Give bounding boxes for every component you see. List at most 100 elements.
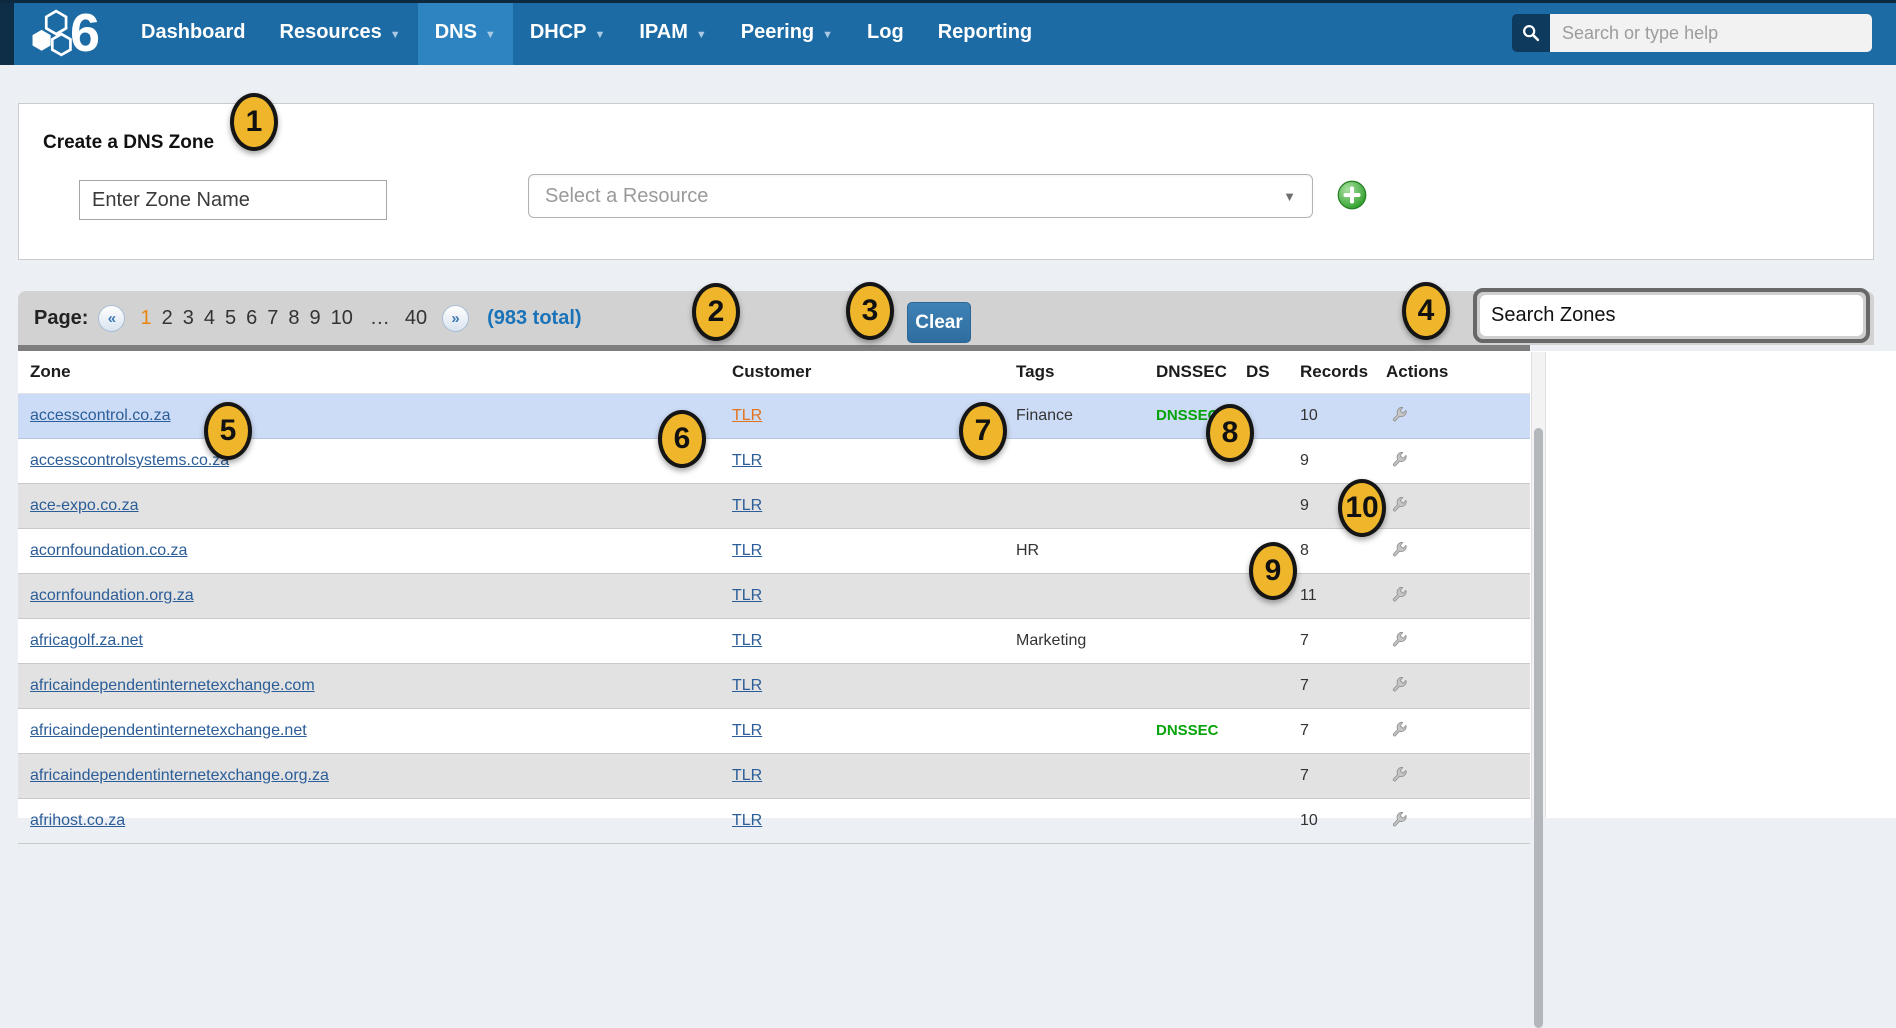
zone-link[interactable]: afrihost.co.za	[30, 812, 125, 829]
global-search-input[interactable]	[1550, 14, 1872, 52]
page-number-5[interactable]: 5	[225, 307, 236, 330]
first-page-button[interactable]: «	[98, 305, 125, 332]
customer-link[interactable]: TLR	[732, 587, 762, 604]
chevron-down-icon: ▼	[822, 25, 833, 41]
page-number-40[interactable]: 40	[405, 307, 427, 330]
nav-item-log[interactable]: Log	[850, 0, 921, 65]
table-scrollbar[interactable]	[1531, 352, 1546, 818]
nav-item-resources[interactable]: Resources▼	[263, 0, 418, 65]
nav-item-reporting[interactable]: Reporting	[921, 0, 1049, 65]
scrollbar-thumb[interactable]	[1534, 428, 1543, 1028]
resource-select[interactable]: Select a Resource ▼	[528, 174, 1313, 218]
page-number-4[interactable]: 4	[204, 307, 215, 330]
ds-cell	[1242, 708, 1296, 753]
annotation-badge-10: 10	[1338, 479, 1386, 537]
create-dns-zone-panel: Create a DNS Zone Select a Resource ▼	[18, 103, 1874, 260]
page-number-6[interactable]: 6	[246, 307, 257, 330]
customer-link[interactable]: TLR	[732, 722, 762, 739]
nav-item-ipam[interactable]: IPAM▼	[622, 0, 723, 65]
zone-name-input[interactable]	[79, 180, 387, 220]
customer-link[interactable]: TLR	[732, 677, 762, 694]
top-navbar: 6 Dashboard Resources▼ DNS▼ DHCP▼ IPAM▼ …	[0, 0, 1896, 65]
nav-item-dashboard[interactable]: Dashboard	[124, 0, 262, 65]
column-header-actions: Actions	[1378, 351, 1530, 393]
wrench-icon[interactable]	[1386, 629, 1410, 653]
zone-link[interactable]: africagolf.za.net	[30, 632, 143, 649]
dnssec-status	[1152, 483, 1242, 528]
tags-cell	[1008, 663, 1152, 708]
page-number-10[interactable]: 10	[331, 307, 353, 330]
customer-link[interactable]: TLR	[732, 497, 762, 514]
table-row: ace-expo.co.za TLR 9	[18, 483, 1530, 528]
page-label: Page:	[34, 307, 88, 330]
page-number-3[interactable]: 3	[183, 307, 194, 330]
wrench-icon[interactable]	[1386, 719, 1410, 743]
wrench-icon[interactable]	[1386, 539, 1410, 563]
customer-link[interactable]: TLR	[732, 767, 762, 784]
add-zone-button[interactable]	[1337, 180, 1367, 210]
page-number-2[interactable]: 2	[162, 307, 173, 330]
customer-link[interactable]: TLR	[732, 407, 762, 424]
customer-link[interactable]: TLR	[732, 632, 762, 649]
search-zones-input[interactable]	[1480, 295, 1863, 336]
customer-link[interactable]: TLR	[732, 812, 762, 829]
annotation-badge-8: 8	[1206, 404, 1254, 462]
tags-cell	[1008, 483, 1152, 528]
wrench-icon[interactable]	[1386, 494, 1410, 518]
tags-cell: Marketing	[1008, 618, 1152, 663]
customer-link[interactable]: TLR	[732, 542, 762, 559]
wrench-icon[interactable]	[1386, 404, 1410, 428]
records-count: 7	[1296, 618, 1378, 663]
customer-link[interactable]: TLR	[732, 452, 762, 469]
wrench-icon[interactable]	[1386, 449, 1410, 473]
tags-cell	[1008, 438, 1152, 483]
dnssec-status	[1152, 528, 1242, 573]
zone-link[interactable]: africaindependentinternetexchange.com	[30, 677, 315, 694]
annotation-badge-5: 5	[204, 402, 252, 460]
window-top-edge	[0, 0, 1896, 3]
table-row: acornfoundation.org.za TLR 11	[18, 573, 1530, 618]
logo-6connect[interactable]: 6	[28, 0, 100, 65]
wrench-icon[interactable]	[1386, 674, 1410, 698]
resource-select-value: Select a Resource	[545, 185, 708, 208]
zone-link[interactable]: ace-expo.co.za	[30, 497, 139, 514]
records-count: 9	[1296, 438, 1378, 483]
table-row: africagolf.za.net TLR Marketing 7	[18, 618, 1530, 663]
wrench-icon[interactable]	[1386, 809, 1410, 833]
zone-link[interactable]: africaindependentinternetexchange.org.za	[30, 767, 329, 784]
column-header-customer: Customer	[718, 351, 1008, 393]
ds-cell	[1242, 618, 1296, 663]
nav-item-dhcp[interactable]: DHCP▼	[513, 0, 623, 65]
zone-link[interactable]: africaindependentinternetexchange.net	[30, 722, 307, 739]
zone-link[interactable]: acornfoundation.co.za	[30, 542, 187, 559]
page-number-9[interactable]: 9	[309, 307, 320, 330]
search-icon	[1520, 22, 1542, 44]
table-row: africaindependentinternetexchange.com TL…	[18, 663, 1530, 708]
tags-cell: Finance	[1008, 393, 1152, 438]
annotation-badge-9: 9	[1249, 542, 1297, 600]
wrench-icon[interactable]	[1386, 584, 1410, 608]
search-button[interactable]	[1512, 14, 1550, 52]
nav-item-dns[interactable]: DNS▼	[418, 0, 513, 65]
page-number-1[interactable]: 1	[140, 307, 151, 330]
nav-item-peering[interactable]: Peering▼	[724, 0, 850, 65]
pagination-toolbar: Page: « 1 2 3 4 5 6 7 8 9 10 … 40 » (983…	[18, 291, 1874, 345]
page-ellipsis: …	[370, 307, 390, 330]
wrench-icon[interactable]	[1386, 764, 1410, 788]
annotation-badge-6: 6	[658, 410, 706, 468]
logo-six: 6	[70, 3, 100, 63]
plus-circle-icon	[1337, 180, 1367, 210]
page-number-8[interactable]: 8	[288, 307, 299, 330]
column-header-records: Records	[1296, 351, 1378, 393]
zone-link[interactable]: accesscontrol.co.za	[30, 407, 171, 424]
annotation-badge-2: 2	[692, 283, 740, 341]
ds-cell	[1242, 663, 1296, 708]
page-number-7[interactable]: 7	[267, 307, 278, 330]
records-count: 11	[1296, 573, 1378, 618]
clear-button[interactable]: Clear	[907, 302, 971, 343]
zone-link[interactable]: accesscontrolsystems.co.za	[30, 452, 229, 469]
zone-link[interactable]: acornfoundation.org.za	[30, 587, 194, 604]
last-page-button[interactable]: »	[442, 305, 469, 332]
dnssec-status	[1152, 663, 1242, 708]
records-count: 10	[1296, 798, 1378, 843]
